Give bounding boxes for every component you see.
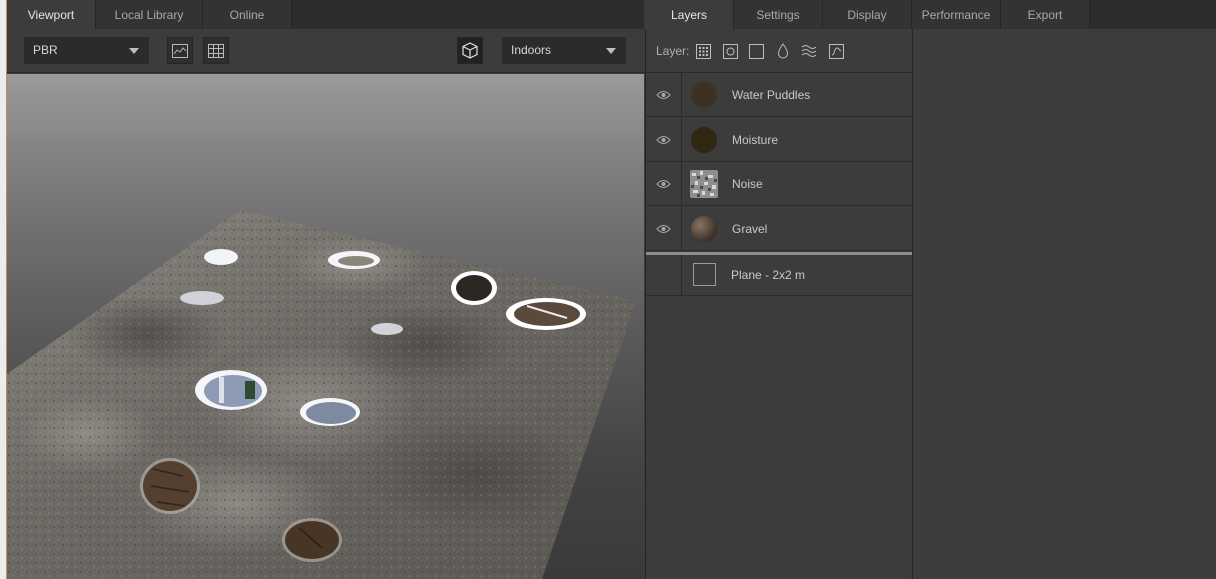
visibility-toggle[interactable] — [646, 73, 682, 117]
histogram-icon — [172, 43, 188, 58]
mesh-button[interactable] — [457, 37, 483, 64]
tab-display[interactable]: Display — [823, 0, 912, 29]
tab-online[interactable]: Online — [203, 0, 292, 29]
eye-icon — [656, 180, 671, 188]
cube-icon — [462, 42, 478, 59]
layer-row-water-puddles[interactable]: Water Puddles — [646, 73, 912, 117]
right-tabbar: Layers Settings Display Performance Expo… — [645, 0, 1216, 29]
layer-row-moisture[interactable]: Moisture — [646, 118, 912, 162]
layer-thumbnail — [690, 170, 718, 198]
tab-layers[interactable]: Layers — [645, 0, 734, 29]
environment-select[interactable]: Indoors — [502, 37, 626, 64]
target-square-icon — [722, 43, 738, 59]
layer-name: Gravel — [732, 222, 768, 236]
waves-icon — [801, 45, 817, 57]
droplet-icon — [777, 43, 789, 59]
tab-local-library[interactable]: Local Library — [96, 0, 203, 29]
eye-icon — [656, 225, 671, 233]
visibility-toggle[interactable] — [646, 118, 682, 162]
viewport-panel: Viewport Local Library Online PBR Indoor… — [7, 0, 644, 579]
tab-settings[interactable]: Settings — [734, 0, 823, 29]
plane-thumbnail-icon — [693, 263, 716, 286]
layer-row-gravel[interactable]: Gravel — [646, 207, 912, 251]
tab-performance[interactable]: Performance — [912, 0, 1001, 29]
layer-thumbnail — [691, 127, 717, 153]
layer-row-noise[interactable]: Noise — [646, 162, 912, 206]
chevron-down-icon — [606, 48, 616, 54]
add-mask-layer-button[interactable] — [747, 42, 765, 60]
add-filter-layer-button[interactable] — [827, 42, 845, 60]
layer-row-base-plane[interactable]: Plane - 2x2 m — [646, 255, 912, 296]
viewport-tabbar: Viewport Local Library Online — [7, 0, 644, 29]
shading-mode-select[interactable]: PBR — [24, 37, 149, 64]
layer-thumbnail — [691, 216, 717, 242]
grid-icon — [208, 43, 224, 58]
layer-tools-label: Layer: — [656, 44, 690, 58]
layers-panel: Layer: Water Puddles Moisture Noise Grav… — [645, 29, 912, 579]
layer-name: Water Puddles — [732, 88, 811, 102]
add-fill-layer-button[interactable] — [721, 42, 739, 60]
window-edge — [0, 0, 7, 579]
add-bitmap-layer-button[interactable] — [694, 42, 712, 60]
empty-visibility-cell — [646, 255, 682, 296]
noise-texture-thumbnail — [690, 170, 718, 198]
layer-name: Noise — [732, 177, 763, 191]
tab-export[interactable]: Export — [1001, 0, 1090, 29]
square-icon — [748, 43, 764, 59]
dot-grid-icon — [695, 43, 711, 59]
viewport-toolbar: PBR Indoors — [7, 29, 644, 73]
shading-mode-value: PBR — [33, 43, 58, 57]
layer-toolbar: Layer: — [646, 29, 912, 73]
add-moisture-layer-button[interactable] — [774, 42, 792, 60]
layer-name: Moisture — [732, 133, 779, 147]
layer-thumbnail — [691, 82, 717, 108]
layer-name: Plane - 2x2 m — [731, 268, 806, 282]
3d-viewport[interactable] — [7, 74, 644, 579]
eye-icon — [656, 91, 671, 99]
add-water-layer-button[interactable] — [800, 42, 818, 60]
curve-square-icon — [828, 43, 844, 59]
histogram-button[interactable] — [167, 37, 193, 64]
environment-value: Indoors — [511, 43, 552, 57]
material-preview-plane — [7, 210, 636, 579]
grid-button[interactable] — [203, 37, 229, 64]
eye-icon — [656, 136, 671, 144]
visibility-toggle[interactable] — [646, 207, 682, 251]
properties-area — [912, 29, 1216, 579]
visibility-toggle[interactable] — [646, 162, 682, 206]
chevron-down-icon — [129, 48, 139, 54]
tab-viewport[interactable]: Viewport — [7, 0, 96, 29]
